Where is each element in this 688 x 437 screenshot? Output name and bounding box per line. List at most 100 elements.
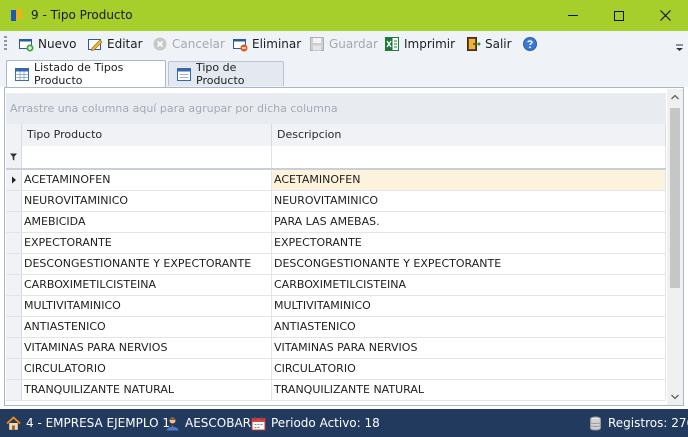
cell-tipo-producto[interactable]: NEUROVITAMINICO: [22, 191, 272, 211]
table-row[interactable]: ANTIASTENICO ANTIASTENICO: [6, 317, 666, 338]
header-indicator: [6, 124, 22, 146]
row-indicator[interactable]: [6, 359, 22, 379]
window: 9 - Tipo Producto Nuevo Editar Cancelar …: [0, 0, 688, 437]
salir-button[interactable]: Salir: [465, 34, 512, 54]
app-icon: [11, 9, 23, 21]
row-indicator[interactable]: [6, 212, 22, 232]
cell-descripcion[interactable]: PARA LAS AMEBAS.: [272, 212, 666, 232]
cell-descripcion[interactable]: CIRCULATORIO: [272, 359, 666, 379]
cell-tipo-producto[interactable]: ACETAMINOFEN: [22, 170, 272, 190]
periodo-label: Periodo Activo: 18: [271, 416, 380, 430]
user-icon: [166, 417, 179, 430]
editar-button[interactable]: Editar: [87, 34, 143, 54]
table-row[interactable]: CARBOXIMETILCISTEINA CARBOXIMETILCISTEINA: [6, 275, 666, 296]
editar-label: Editar: [107, 37, 143, 51]
tab-listado-label: Listado de Tipos Producto: [34, 61, 124, 87]
usuario-label: AESCOBAR: [185, 416, 252, 430]
nuevo-button[interactable]: Nuevo: [18, 34, 76, 54]
group-by-panel[interactable]: Arrastre una columna aquí para agrupar p…: [6, 93, 666, 124]
cell-tipo-producto[interactable]: EXPECTORANTE: [22, 233, 272, 253]
cell-tipo-producto[interactable]: AMEBICIDA: [22, 212, 272, 232]
cell-descripcion[interactable]: TRANQUILIZANTE NATURAL: [272, 380, 666, 400]
cell-tipo-producto[interactable]: VITAMINAS PARA NERVIOS: [22, 338, 272, 358]
scrollbar-thumb[interactable]: [670, 108, 680, 288]
imprimir-button[interactable]: Imprimir: [384, 34, 455, 54]
table-row[interactable]: MULTIVITAMINICO MULTIVITAMINICO: [6, 296, 666, 317]
cell-tipo-producto[interactable]: ANTIASTENICO: [22, 317, 272, 337]
tab-listado[interactable]: Listado de Tipos Producto: [6, 60, 166, 87]
table-row[interactable]: AMEBICIDA PARA LAS AMEBAS.: [6, 212, 666, 233]
cell-tipo-producto[interactable]: CIRCULATORIO: [22, 359, 272, 379]
cell-descripcion[interactable]: MULTIVITAMINICO: [272, 296, 666, 316]
status-empresa: 4 - EMPRESA EJEMPLO 1: [6, 415, 170, 431]
vertical-scrollbar[interactable]: [667, 89, 683, 405]
row-indicator[interactable]: [6, 233, 22, 253]
grid-icon: [15, 67, 29, 81]
eliminar-button[interactable]: Eliminar: [232, 34, 301, 54]
cell-tipo-producto[interactable]: CARBOXIMETILCISTEINA: [22, 275, 272, 295]
help-icon: [523, 37, 537, 51]
grid-header: Tipo Producto Descripcion: [6, 124, 666, 147]
title-bar[interactable]: 9 - Tipo Producto: [0, 0, 688, 31]
scroll-down-icon[interactable]: [667, 389, 683, 405]
filter-icon: [10, 153, 17, 161]
cell-descripcion[interactable]: NEUROVITAMINICO: [272, 191, 666, 211]
scroll-up-icon[interactable]: [667, 89, 683, 105]
empresa-label: 4 - EMPRESA EJEMPLO 1: [26, 416, 170, 430]
row-indicator[interactable]: [6, 191, 22, 211]
table-row[interactable]: DESCONGESTIONANTE Y EXPECTORANTE DESCONGE…: [6, 254, 666, 275]
cancelar-button[interactable]: Cancelar: [152, 34, 225, 54]
cell-tipo-producto[interactable]: MULTIVITAMINICO: [22, 296, 272, 316]
row-indicator[interactable]: [6, 170, 22, 190]
database-icon: [590, 416, 601, 431]
filter-cell-descripcion[interactable]: [272, 146, 666, 168]
form-icon: [177, 67, 191, 81]
row-indicator[interactable]: [6, 254, 22, 274]
row-indicator[interactable]: [6, 380, 22, 400]
cancel-icon: [153, 37, 167, 51]
toolbar: Nuevo Editar Cancelar Eliminar Guardar I…: [0, 31, 688, 57]
row-indicator[interactable]: [6, 338, 22, 358]
nuevo-label: Nuevo: [38, 37, 77, 51]
salir-label: Salir: [485, 37, 512, 51]
row-indicator[interactable]: [6, 275, 22, 295]
guardar-button[interactable]: Guardar: [309, 34, 378, 54]
current-row-icon: [12, 176, 16, 184]
maximize-icon: [614, 10, 624, 21]
filter-cell-tipo-producto[interactable]: [22, 146, 272, 168]
tab-tipo-label: Tipo de Producto: [196, 61, 245, 87]
cell-descripcion[interactable]: CARBOXIMETILCISTEINA: [272, 275, 666, 295]
status-registros: Registros: 276: [588, 415, 688, 431]
row-indicator[interactable]: [6, 296, 22, 316]
toolbar-grip[interactable]: [4, 36, 7, 52]
close-button[interactable]: [642, 0, 688, 31]
help-button[interactable]: [522, 34, 538, 54]
excel-icon: [385, 37, 399, 51]
cell-descripcion[interactable]: ACETAMINOFEN: [272, 170, 666, 190]
listado-panel: Arrastre una columna aquí para agrupar p…: [4, 87, 684, 406]
tab-tipo-producto[interactable]: Tipo de Producto: [168, 61, 284, 87]
status-periodo: Periodo Activo: 18: [251, 415, 380, 431]
minimize-button[interactable]: [550, 0, 596, 31]
data-grid[interactable]: Tipo Producto Descripcion ACETAMINOFEN AC…: [6, 124, 666, 405]
cell-descripcion[interactable]: DESCONGESTIONANTE Y EXPECTORANTE: [272, 254, 666, 274]
cell-descripcion[interactable]: VITAMINAS PARA NERVIOS: [272, 338, 666, 358]
window-title: 9 - Tipo Producto: [31, 8, 133, 22]
maximize-button[interactable]: [596, 0, 642, 31]
table-row[interactable]: TRANQUILIZANTE NATURAL TRANQUILIZANTE NAT…: [6, 380, 666, 401]
column-header-tipo-producto[interactable]: Tipo Producto: [22, 124, 272, 146]
registros-label: Registros: 276: [608, 416, 688, 430]
table-row[interactable]: NEUROVITAMINICO NEUROVITAMINICO: [6, 191, 666, 212]
table-row[interactable]: EXPECTORANTE EXPECTORANTE: [6, 233, 666, 254]
table-row[interactable]: CIRCULATORIO CIRCULATORIO: [6, 359, 666, 380]
row-indicator[interactable]: [6, 317, 22, 337]
cell-tipo-producto[interactable]: TRANQUILIZANTE NATURAL: [22, 380, 272, 400]
cell-tipo-producto[interactable]: DESCONGESTIONANTE Y EXPECTORANTE: [22, 254, 272, 274]
table-row[interactable]: VITAMINAS PARA NERVIOS VITAMINAS PARA NER…: [6, 338, 666, 359]
column-header-descripcion[interactable]: Descripcion: [272, 124, 666, 146]
table-row[interactable]: ACETAMINOFEN ACETAMINOFEN: [6, 170, 666, 191]
cell-descripcion[interactable]: ANTIASTENICO: [272, 317, 666, 337]
toolbar-overflow-icon[interactable]: [675, 44, 684, 52]
cell-descripcion[interactable]: EXPECTORANTE: [272, 233, 666, 253]
auto-filter-row: [6, 146, 666, 170]
